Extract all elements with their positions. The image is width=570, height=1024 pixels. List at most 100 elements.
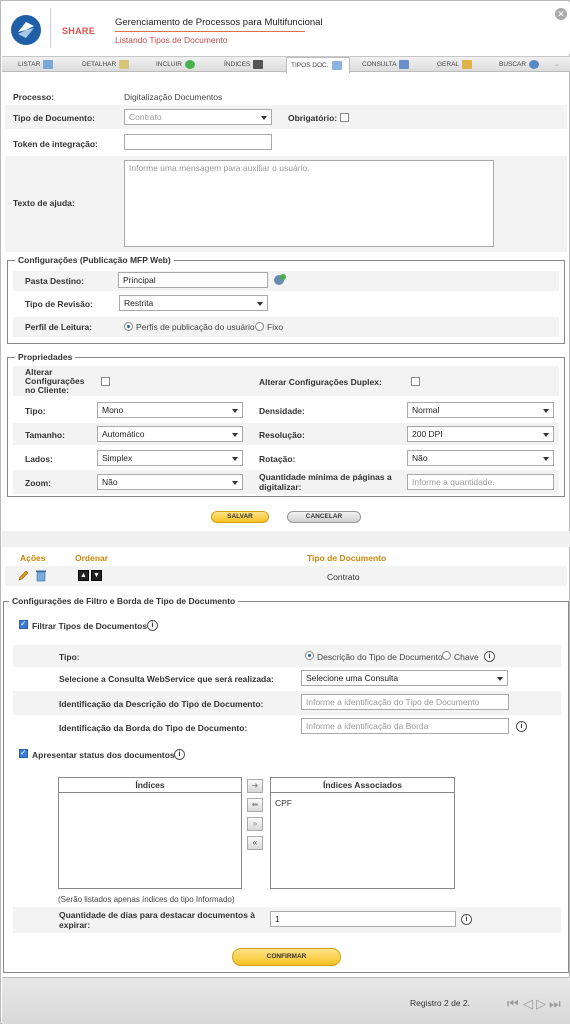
tab-label: CONSULTA xyxy=(362,61,397,68)
revisao-select[interactable]: Restrita xyxy=(119,295,268,311)
qtd-min-input[interactable]: Informe a quantidade. xyxy=(407,474,554,490)
filtrar-checkbox[interactable] xyxy=(19,619,28,629)
tamanho-resolucao-row: Tamanho: Automático Resolução: 200 DPI xyxy=(13,423,559,445)
info-icon[interactable]: i xyxy=(484,651,495,662)
rotacao-select[interactable]: Não xyxy=(407,450,554,466)
list-icon xyxy=(43,59,54,69)
folder-search-icon[interactable] xyxy=(273,273,287,287)
move-left-icon[interactable]: ⬅ xyxy=(247,798,263,812)
cancel-button[interactable]: CANCELAR xyxy=(287,511,361,523)
token-row: Token de integração: xyxy=(5,131,567,155)
list-item[interactable]: CPF xyxy=(271,793,454,813)
move-right-icon[interactable]: ➜ xyxy=(247,779,263,793)
tipo-chave-radio[interactable] xyxy=(442,651,451,660)
page-subtitle: Listando Tipos de Documento xyxy=(115,35,228,45)
zoom-value: Não xyxy=(102,477,118,487)
zoom-select[interactable]: Não xyxy=(97,474,243,490)
filtrar-label: Filtrar Tipos de Documentos xyxy=(32,621,148,631)
ajuda-row: Texto de ajuda: Informe uma mensagem par… xyxy=(5,156,567,252)
tab-tipos-doc[interactable]: TIPOS DOC. xyxy=(286,57,350,73)
dias-row: Quantidade de dias para destacar documen… xyxy=(13,907,561,933)
tab-indices[interactable]: ÍNDICES xyxy=(224,57,264,72)
alterar-duplex-checkbox[interactable] xyxy=(411,377,420,386)
chevron-down-icon xyxy=(257,302,263,306)
close-icon[interactable]: ✕ xyxy=(555,8,567,20)
consulta-select[interactable]: Selecione uma Consulta xyxy=(301,670,508,686)
trash-icon[interactable] xyxy=(35,569,47,582)
filtro-tipo-row: Tipo: Descrição do Tipo de Documento Cha… xyxy=(13,645,561,667)
pasta-row: Pasta Destino: Principal xyxy=(13,271,559,291)
next-page-icon[interactable]: ▷ xyxy=(536,996,546,1012)
info-icon[interactable]: i xyxy=(174,749,185,760)
rotacao-label: Rotação: xyxy=(259,454,296,464)
tab-label: TIPOS DOC. xyxy=(291,62,329,69)
ident-borda-input[interactable]: Informe a identificação da Borda xyxy=(301,718,509,734)
chevron-down-icon xyxy=(497,677,503,681)
densidade-select[interactable]: Normal xyxy=(407,402,554,418)
tipo-doc-select[interactable]: Contrato xyxy=(124,109,272,125)
indices-associados-listbox[interactable]: Índices Associados CPF xyxy=(270,777,455,889)
chevron-down-icon xyxy=(543,433,549,437)
row-tipo-doc: Contrato xyxy=(327,572,360,582)
tab-detalhar[interactable]: DETALHAR xyxy=(82,57,130,72)
perfil-fixo-radio[interactable] xyxy=(255,322,264,331)
save-button[interactable]: SALVAR xyxy=(211,511,269,523)
edit-icon[interactable] xyxy=(17,570,29,582)
move-all-right-icon[interactable]: » xyxy=(247,817,263,831)
confirm-button[interactable]: CONFIRMAR xyxy=(232,948,341,966)
move-down-icon[interactable]: ▼ xyxy=(91,570,102,581)
lados-rotacao-row: Lados: Simplex Rotação: Não xyxy=(13,447,559,469)
prev-page-icon[interactable]: ◁ xyxy=(523,996,533,1012)
dias-input[interactable]: 1 xyxy=(270,911,456,927)
doc-types-icon xyxy=(331,60,342,70)
last-page-icon[interactable]: ⏭ xyxy=(549,996,561,1012)
move-all-left-icon[interactable]: « xyxy=(247,836,263,850)
tab-buscar[interactable]: BUSCAR xyxy=(499,57,540,72)
tamanho-value: Automático xyxy=(102,429,145,439)
move-icon xyxy=(253,59,264,69)
ajuda-textarea[interactable]: Informe uma mensagem para auxiliar o usu… xyxy=(124,160,494,247)
first-page-icon[interactable]: ⏮ xyxy=(507,996,519,1012)
tamanho-select[interactable]: Automático xyxy=(97,426,243,442)
header: SHARE Gerenciamento de Processos para Mu… xyxy=(2,2,570,54)
perfil-label: Perfil de Leitura: xyxy=(25,322,93,332)
tipo-select[interactable]: Mono xyxy=(97,402,243,418)
status-checkbox[interactable] xyxy=(19,748,28,758)
move-up-icon[interactable]: ▲ xyxy=(78,570,89,581)
ident-borda-label: Identificação da Borda do Tipo de Docume… xyxy=(59,723,248,733)
table-row: ▲ ▼ Contrato xyxy=(5,566,567,586)
revisao-row: Tipo de Revisão: Restrita xyxy=(13,294,559,314)
info-icon[interactable]: i xyxy=(461,914,472,925)
token-input[interactable] xyxy=(124,134,272,150)
obrigatorio-checkbox[interactable] xyxy=(340,113,349,122)
chevron-down-icon xyxy=(232,481,238,485)
consulta-value: Selecione uma Consulta xyxy=(306,673,399,683)
tab-consulta[interactable]: CONSULTA xyxy=(362,57,410,72)
title-underline xyxy=(115,31,305,32)
alterar-cliente-checkbox[interactable] xyxy=(101,377,110,386)
tab-geral[interactable]: GERAL xyxy=(437,57,473,72)
tab-incluir[interactable]: INCLUIR xyxy=(156,57,196,72)
brand-label: SHARE xyxy=(62,26,96,36)
lados-select[interactable]: Simplex xyxy=(97,450,243,466)
chevron-down-icon[interactable]: ⌄ xyxy=(554,57,559,72)
qtd-min-label: Quantidade mínima de páginas a digitaliz… xyxy=(259,472,392,492)
tipo-descricao-radio[interactable] xyxy=(305,651,314,660)
resolucao-select[interactable]: 200 DPI xyxy=(407,426,554,442)
info-icon[interactable]: i xyxy=(516,721,527,732)
chevron-down-icon xyxy=(543,409,549,413)
propriedades-legend: Propriedades xyxy=(15,352,76,362)
logo-separator xyxy=(50,8,51,48)
chevron-down-icon xyxy=(232,433,238,437)
perfil-usuario-radio[interactable] xyxy=(124,322,133,331)
query-icon xyxy=(399,59,410,69)
status-label: Apresentar status dos documentos xyxy=(32,750,175,760)
tab-label: DETALHAR xyxy=(82,61,117,68)
tab-listar[interactable]: LISTAR xyxy=(18,57,54,72)
alterar-duplex-label: Alterar Configurações Duplex: xyxy=(259,377,382,387)
indices-listbox[interactable]: Índices xyxy=(58,777,242,889)
info-icon[interactable]: i xyxy=(147,620,158,631)
pasta-input[interactable]: Principal xyxy=(118,272,268,288)
tab-label: ÍNDICES xyxy=(224,61,251,68)
ident-desc-input[interactable]: Informe a identificação do Tipo de Docum… xyxy=(301,694,509,710)
